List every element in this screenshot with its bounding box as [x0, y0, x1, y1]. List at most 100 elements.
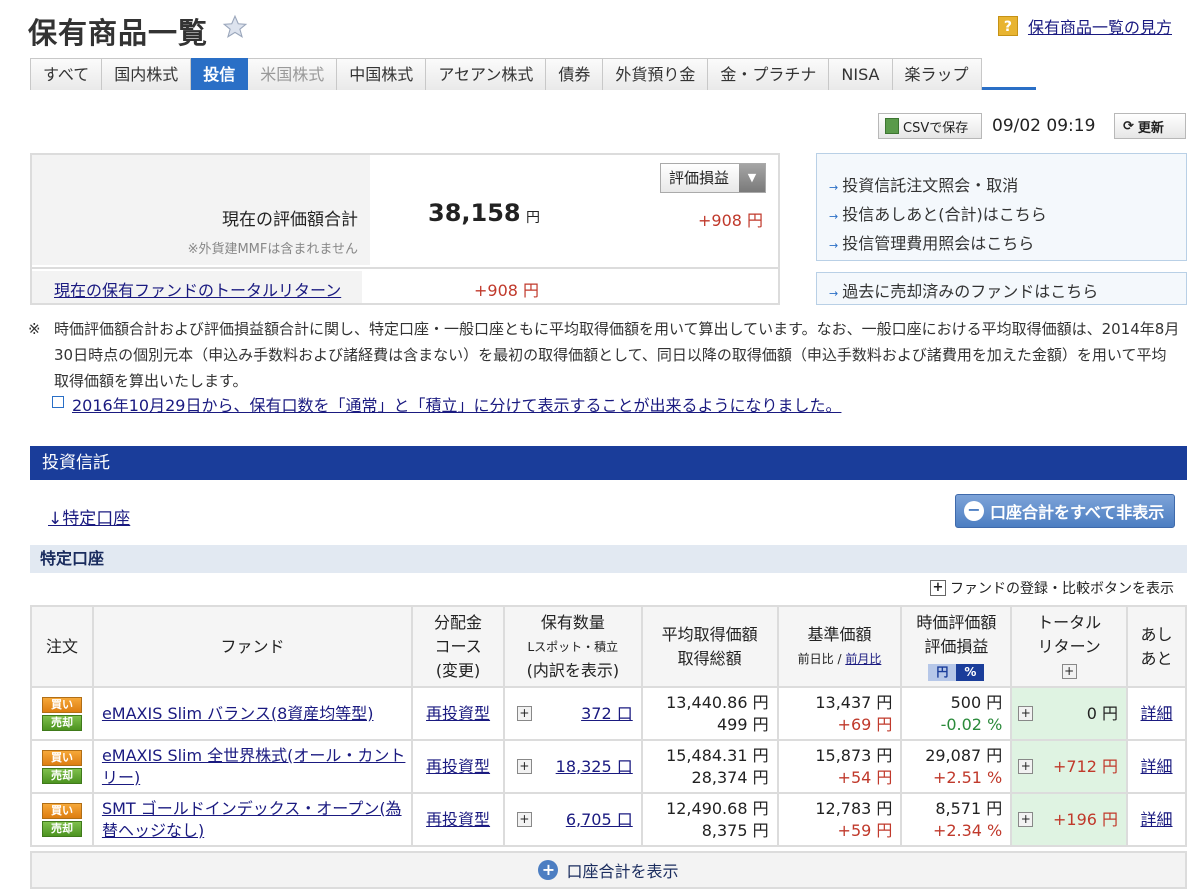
mmf-note: ※外貨建MMFは含まれません: [187, 242, 358, 257]
arrow-right-icon: →: [829, 181, 839, 194]
specific-account-anchor[interactable]: ↓特定口座: [48, 504, 130, 529]
help-link-text[interactable]: 保有商品一覧の見方: [1028, 14, 1172, 38]
sell-button[interactable]: 売却: [41, 820, 82, 837]
tab-us-stocks[interactable]: 米国株式: [248, 58, 338, 90]
detail-link[interactable]: 詳細: [1141, 810, 1173, 829]
table-header-row: 注文 ファンド 分配金 コース (変更) 保有数量 Lスポット・積立 (内訳を表示)…: [30, 605, 1187, 688]
col-quantity: 保有数量 Lスポット・積立 (内訳を表示): [502, 605, 643, 688]
col-order: 注文: [30, 605, 94, 688]
past-sold-funds-link[interactable]: → 過去に売却済みのファンドはこちら: [829, 278, 1186, 307]
help-icon: ?: [997, 16, 1018, 36]
gain-type-selected: 評価損益: [669, 169, 730, 187]
note-text: 時価評価額合計および評価損益額合計に関し、特定口座・一般口座ともに平均取得価額を…: [54, 320, 1180, 390]
col-total-return: トータル リターン +: [1010, 605, 1129, 688]
col-base-price: 基準価額 前日比 / 前月比: [776, 605, 903, 688]
hide-all-totals-label: 口座合計をすべて非表示: [990, 503, 1165, 522]
expand-plus-icon[interactable]: +: [516, 758, 532, 774]
col-distribution: 分配金 コース (変更): [411, 605, 505, 688]
fund-links-panel: → 投資信託注文照会・取消 → 投信あしあと(合計)はこちら → 投信管理費用照会はこ…: [816, 153, 1187, 261]
show-account-total-button[interactable]: + 口座合計を表示: [30, 851, 1187, 889]
course-link[interactable]: 再投資型: [426, 757, 490, 776]
quantity-link[interactable]: 372 口: [581, 704, 633, 723]
valuation-summary: 現在の評価額合計 ※外貨建MMFは含まれません 38,158 円 評価損益 ▼ …: [30, 153, 780, 305]
plus-icon: +: [930, 580, 946, 596]
total-valuation-label: 現在の評価額合計: [222, 210, 358, 230]
col-valuation: 時価評価額 評価損益 円%: [900, 605, 1013, 688]
arrow-right-icon: →: [829, 210, 839, 223]
funds-table: 注文 ファンド 分配金 コース (変更) 保有数量 Lスポット・積立 (内訳を表示)…: [30, 605, 1187, 847]
col-footprint: あし あと: [1126, 605, 1187, 688]
total-gain-value: +908 円: [698, 211, 764, 230]
expand-plus-icon[interactable]: +: [516, 811, 532, 827]
gain-type-select[interactable]: 評価損益 ▼: [660, 163, 766, 193]
total-return-link[interactable]: 現在の保有ファンドのトータルリターン: [54, 277, 341, 301]
expand-plus-icon[interactable]: +: [1061, 663, 1077, 679]
footprint-link[interactable]: → 投信あしあと(合計)はこちら: [829, 201, 1186, 230]
tab-nisa[interactable]: NISA: [829, 58, 893, 90]
plus-circle-icon: +: [538, 860, 559, 880]
expand-plus-icon[interactable]: +: [1018, 705, 1034, 721]
table-row: 買い 売却 eMAXIS Slim バランス(8資産均等型) 再投資型 +372 …: [30, 686, 1187, 741]
table-row: 買い 売却 eMAXIS Slim 全世界株式(オール・カントリー) 再投資型 +…: [30, 739, 1187, 794]
favorite-star-icon[interactable]: [222, 14, 248, 40]
tab-china-stocks[interactable]: 中国株式: [337, 58, 427, 90]
csv-save-label: CSVで保存: [903, 120, 969, 136]
course-link[interactable]: 再投資型: [426, 810, 490, 829]
refresh-label: 更新: [1137, 120, 1164, 136]
fund-name-link[interactable]: SMT ゴールドインデックス・オープン(為替ヘッジなし): [102, 799, 402, 840]
fund-name-link[interactable]: eMAXIS Slim 全世界株式(オール・カントリー): [102, 746, 405, 787]
hide-all-totals-button[interactable]: − 口座合計をすべて非表示: [955, 494, 1175, 528]
buy-button[interactable]: 買い: [41, 802, 82, 819]
expand-plus-icon[interactable]: +: [1018, 758, 1034, 774]
refresh-button[interactable]: ⟳ 更新: [1114, 113, 1186, 139]
sell-button[interactable]: 売却: [41, 714, 82, 731]
buy-button[interactable]: 買い: [41, 696, 82, 713]
total-return-value: +908 円: [474, 281, 540, 300]
dropdown-arrow-icon: ▼: [739, 164, 765, 192]
minus-icon: −: [964, 501, 984, 521]
tab-asean-stocks[interactable]: アセアン株式: [426, 58, 547, 90]
expand-plus-icon[interactable]: +: [1018, 811, 1034, 827]
lot-display-info-link[interactable]: 2016年10月29日から、保有口数を「通常」と「積立」に分けて表示することが出…: [72, 392, 841, 416]
tab-investment-trust[interactable]: 投信: [191, 58, 249, 90]
fund-name-link[interactable]: eMAXIS Slim バランス(8資産均等型): [102, 704, 374, 723]
col-avg-price: 平均取得価額 取得総額: [640, 605, 779, 688]
yen-percent-toggle[interactable]: 円%: [928, 663, 985, 681]
tab-bonds[interactable]: 債券: [546, 58, 604, 90]
csv-save-button[interactable]: CSVで保存: [878, 113, 982, 139]
management-fee-link[interactable]: → 投信管理費用照会はこちら: [829, 230, 1186, 259]
compare-toggle-label: ファンドの登録・比較ボタンを表示: [950, 581, 1174, 597]
section-header: 投資信託: [30, 446, 1187, 480]
tab-all[interactable]: すべて: [30, 58, 103, 90]
buy-button[interactable]: 買い: [41, 749, 82, 766]
past-funds-panel: → 過去に売却済みのファンドはこちら: [816, 272, 1187, 305]
tab-rakuwrap[interactable]: 楽ラップ: [892, 58, 982, 90]
external-window-icon: [52, 396, 64, 408]
order-inquiry-link[interactable]: → 投資信託注文照会・取消: [829, 172, 1186, 201]
show-account-total-label: 口座合計を表示: [566, 862, 679, 881]
compare-toggle[interactable]: + ファンドの登録・比較ボタンを表示: [930, 578, 1174, 598]
detail-link[interactable]: 詳細: [1141, 757, 1173, 776]
page-title: 保有商品一覧: [28, 16, 209, 50]
course-link[interactable]: 再投資型: [426, 704, 490, 723]
quantity-link[interactable]: 18,325 口: [556, 757, 633, 776]
tab-gold-platinum[interactable]: 金・プラチナ: [708, 58, 830, 90]
detail-link[interactable]: 詳細: [1141, 704, 1173, 723]
sell-button[interactable]: 売却: [41, 767, 82, 784]
total-valuation-value: 38,158: [428, 199, 521, 227]
product-tabs: すべて 国内株式 投信 米国株式 中国株式 アセアン株式 債券 外貨預り金 金・…: [30, 58, 1036, 90]
quantity-link[interactable]: 6,705 口: [566, 810, 633, 829]
prev-month-toggle[interactable]: 前月比: [845, 652, 881, 666]
account-subheader: 特定口座: [30, 545, 1187, 573]
tab-foreign-deposit[interactable]: 外貨預り金: [603, 58, 709, 90]
refresh-icon: ⟳: [1123, 118, 1134, 134]
total-valuation-unit: 円: [526, 210, 540, 226]
table-row: 買い 売却 SMT ゴールドインデックス・オープン(為替ヘッジなし) 再投資型 +…: [30, 792, 1187, 847]
update-timestamp: 09/02 09:19: [992, 116, 1096, 136]
arrow-right-icon: →: [829, 287, 839, 300]
tab-domestic-stocks[interactable]: 国内株式: [102, 58, 192, 90]
csv-file-icon: [885, 118, 899, 134]
expand-plus-icon[interactable]: +: [516, 705, 532, 721]
arrow-right-icon: →: [829, 239, 839, 252]
help-link[interactable]: ? 保有商品一覧の見方: [997, 14, 1172, 38]
